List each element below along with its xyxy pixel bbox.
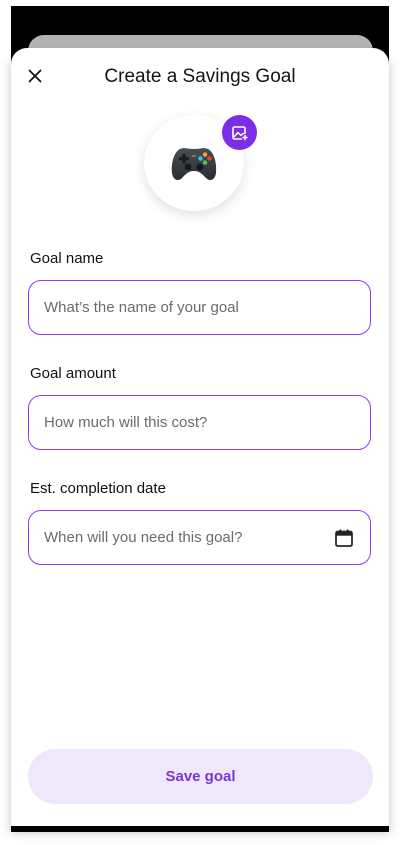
screen: Create a Savings Goal Goal name What’s t… [0, 0, 402, 845]
completion-date-field[interactable] [28, 510, 371, 565]
completion-date-input[interactable] [44, 529, 333, 546]
goal-name-field[interactable] [28, 280, 371, 335]
goal-name-label: Goal name [30, 250, 104, 267]
page-title: Create a Savings Goal [104, 66, 296, 87]
goal-amount-label: Goal amount [30, 365, 116, 382]
goal-name-input[interactable] [44, 299, 355, 316]
add-photo-icon [231, 125, 249, 141]
goal-image [144, 115, 257, 211]
goal-amount-input[interactable] [44, 414, 355, 431]
game-controller-icon [171, 148, 217, 181]
edit-image-button[interactable] [222, 115, 257, 150]
create-goal-sheet: Create a Savings Goal Goal name What’s t… [11, 48, 389, 826]
save-goal-button[interactable]: Save goal [28, 749, 373, 804]
completion-date-label: Est. completion date [30, 480, 166, 497]
goal-amount-field[interactable] [28, 395, 371, 450]
calendar-icon[interactable] [333, 527, 355, 549]
